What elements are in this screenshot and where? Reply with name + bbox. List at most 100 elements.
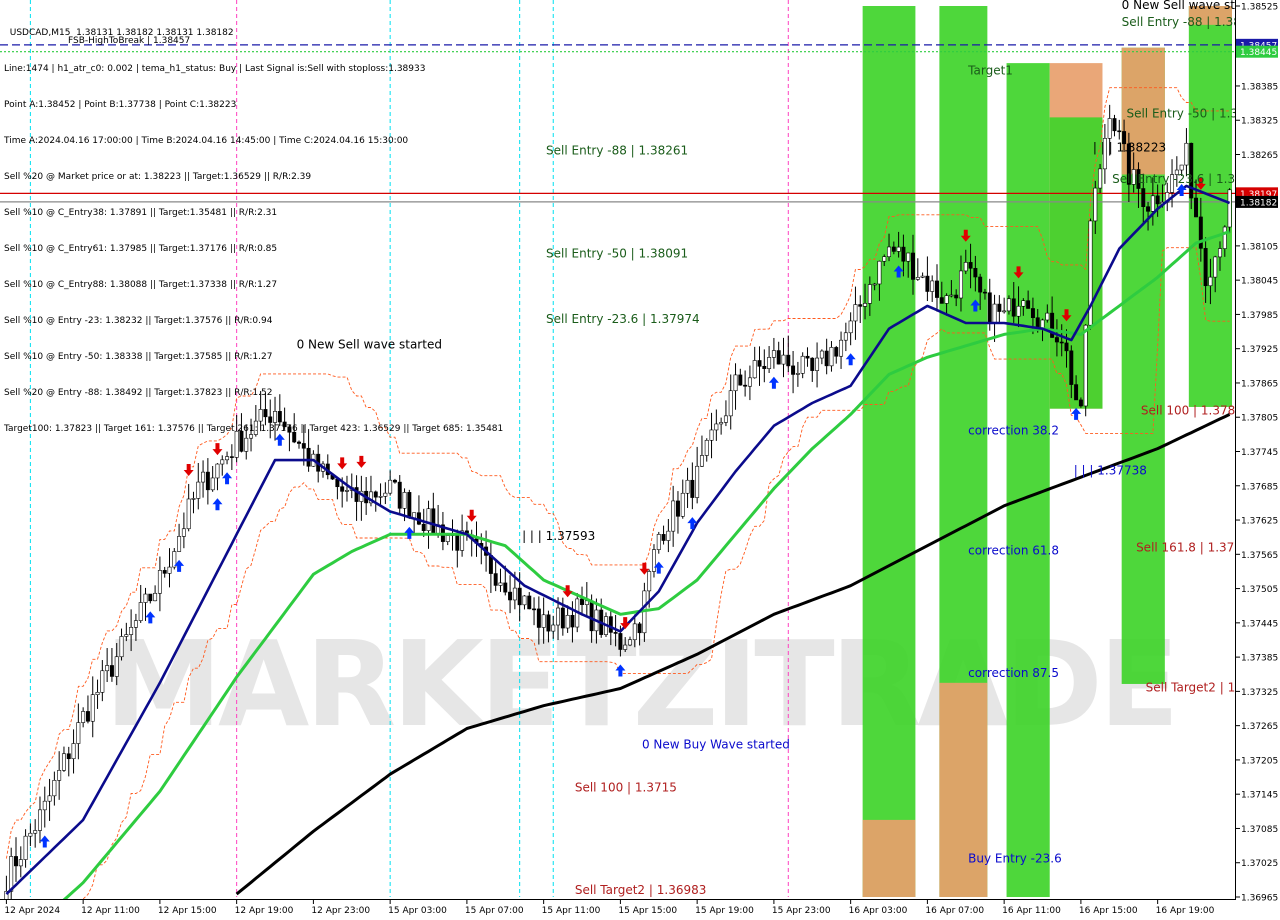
candle-body [551, 624, 556, 632]
candle-body [153, 592, 158, 602]
time-tick-label: 16 Apr 19:00 [1156, 906, 1215, 916]
candle-body [839, 339, 844, 357]
candle-body [632, 623, 637, 641]
candle-body [815, 357, 820, 371]
candle-body [675, 500, 680, 517]
candle-body [738, 374, 743, 386]
candle-body [124, 634, 129, 637]
candle-body [133, 620, 138, 628]
time-tick-label: 15 Apr 19:00 [695, 906, 754, 916]
candle-body [1107, 118, 1112, 139]
chart-annotation: correction 38.2 [968, 423, 1059, 437]
time-tick-label: 12 Apr 19:00 [235, 906, 294, 916]
time-tick-label: 15 Apr 11:00 [542, 906, 601, 916]
candle-body [215, 463, 220, 479]
price-tick-label: 1.38325 [1241, 117, 1278, 127]
candle-body [1098, 168, 1103, 189]
candle-body [762, 365, 767, 369]
candle-body [973, 267, 978, 278]
candle-body [651, 549, 656, 572]
candle-body [378, 496, 383, 498]
candle-body [580, 598, 585, 605]
time-tick-label: 12 Apr 15:00 [158, 906, 217, 916]
candle-body [958, 270, 963, 299]
candle-body [1150, 195, 1155, 212]
time-tick-label: 16 Apr 11:00 [1002, 906, 1061, 916]
chart-annotation: | | | 1.37593 [522, 529, 595, 543]
time-tick-label: 15 Apr 23:00 [772, 906, 831, 916]
candle-body [407, 492, 412, 519]
candle-body [1083, 324, 1088, 407]
candle-body [1155, 195, 1160, 205]
candle-body [608, 616, 613, 633]
candle-body [628, 639, 632, 646]
candle-body [527, 595, 532, 610]
candle-body [1227, 189, 1232, 228]
candle-body [867, 284, 872, 304]
candle-body [546, 614, 551, 632]
price-tick-label: 1.36965 [1241, 894, 1278, 904]
info-line: Point A:1.38452 | Point B:1.37738 | Poin… [4, 100, 237, 110]
chart-annotation: 0 New Buy Wave started [642, 738, 790, 752]
candle-body [1203, 248, 1208, 287]
candle-body [805, 355, 810, 359]
candle-body [699, 455, 704, 467]
candle-body [949, 294, 954, 297]
candle-body [709, 429, 714, 441]
candle-body [695, 465, 700, 498]
candle-body [14, 856, 18, 867]
candle-body [1194, 197, 1199, 218]
candle-body [162, 570, 167, 574]
candle-body [791, 365, 796, 375]
candle-body [930, 280, 935, 292]
candle-body [1006, 298, 1011, 312]
candle-body [982, 291, 987, 294]
candle-body [1011, 298, 1016, 317]
candle-body [95, 692, 100, 695]
time-tick-label: 16 Apr 07:00 [925, 906, 984, 916]
price-tick-label: 1.37745 [1241, 448, 1278, 458]
candle-body [1093, 187, 1098, 222]
candle-body [90, 694, 95, 722]
signal-zone [1049, 117, 1103, 409]
candle-body [191, 498, 196, 500]
candle-body [1021, 300, 1026, 307]
candle-body [388, 479, 393, 494]
candle-body [997, 303, 1002, 312]
candle-body [1074, 384, 1079, 401]
price-tick-label: 1.37445 [1241, 619, 1278, 629]
candle-body [666, 530, 671, 541]
candle-body [52, 780, 57, 797]
price-badge-label: 1.38182 [1240, 198, 1277, 208]
candle-body [177, 536, 182, 552]
candle-body [1208, 276, 1213, 287]
candle-body [723, 415, 728, 423]
time-tick-label: 16 Apr 15:00 [1079, 906, 1138, 916]
candle-body [843, 332, 848, 341]
candle-body [61, 753, 66, 771]
candle-body [656, 534, 661, 550]
chart-annotation: | | | 1.37738 [1074, 463, 1147, 477]
candle-body [493, 573, 498, 586]
candle-body [1213, 256, 1218, 278]
candle-body [819, 350, 824, 359]
candle-body [565, 614, 570, 629]
candle-body [167, 566, 172, 574]
candle-body [1040, 319, 1045, 329]
chart-annotation: Sell Target2 | 1.36983 [575, 883, 707, 897]
candle-body [66, 753, 71, 760]
indicator-info-panel: USDCAD,M15 1.38131 1.38182 1.38131 1.381… [4, 3, 503, 447]
candle-body [1198, 216, 1203, 249]
candle-body [373, 491, 378, 498]
candle-body [570, 614, 575, 628]
price-tick-label: 1.37925 [1241, 345, 1278, 355]
candle-body [508, 591, 513, 601]
candle-body [747, 377, 752, 387]
candle-body [992, 303, 997, 323]
candle-body [421, 523, 426, 531]
candle-body [503, 582, 508, 593]
candle-body [623, 644, 628, 650]
chart-annotation: | | | 1.38223 [1093, 141, 1166, 155]
price-tick-label: 1.37565 [1241, 551, 1278, 561]
info-line: Sell %20 @ Entry -88: 1.38492 || Target:… [4, 388, 273, 398]
